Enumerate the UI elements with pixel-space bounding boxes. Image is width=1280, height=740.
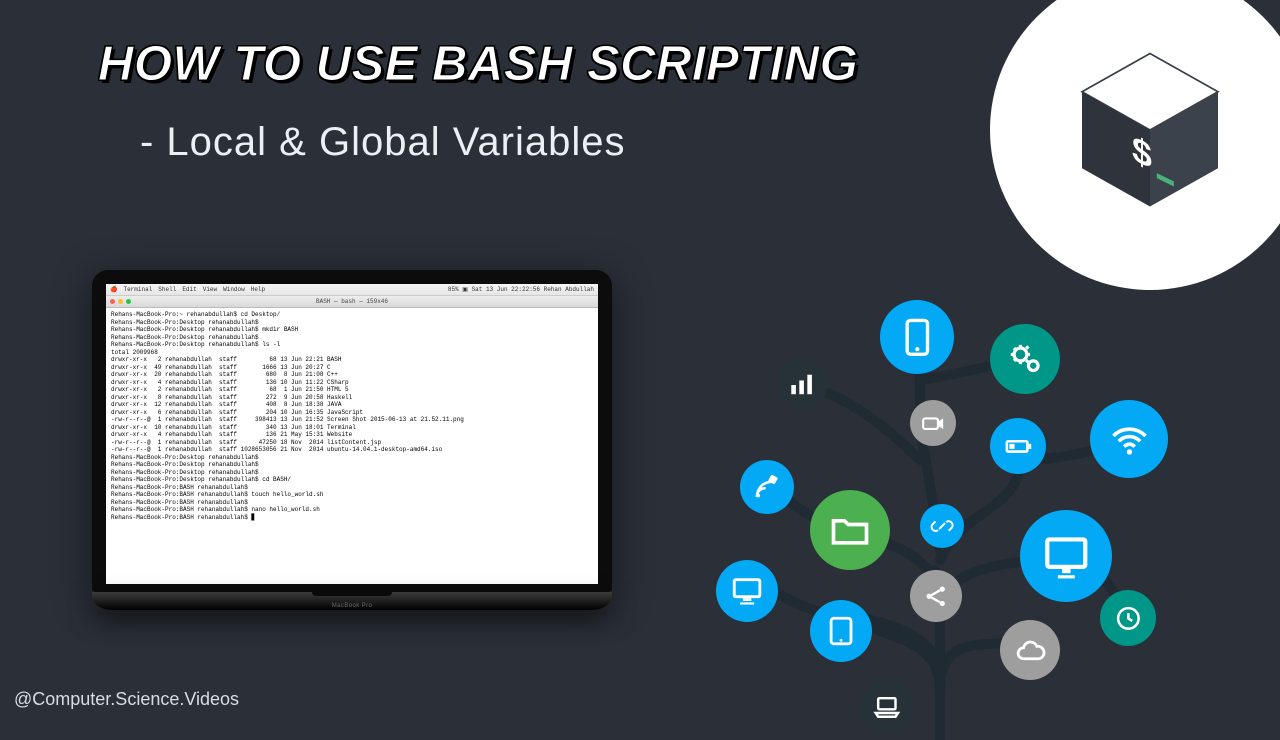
- credit-handle: @Computer.Science.Videos: [14, 689, 239, 710]
- window-controls: [106, 299, 131, 304]
- signal-icon: [778, 358, 828, 408]
- menubar-status: 85% ▣ Sat 13 Jun 22:22:56 Rehan Abdullah: [448, 286, 594, 294]
- wifi-icon: [1090, 400, 1168, 478]
- laptop-base: MacBook Pro: [92, 592, 612, 610]
- tech-tree-graphic: [660, 260, 1220, 740]
- share-icon: [910, 570, 962, 622]
- tablet-icon: [810, 600, 872, 662]
- satellite-icon: [740, 460, 794, 514]
- menu-help: Help: [251, 286, 265, 294]
- menu-view: View: [203, 286, 217, 294]
- zoom-icon: [126, 299, 131, 304]
- menu-edit: Edit: [182, 286, 196, 294]
- laptop-bezel: 🍎 Terminal Shell Edit View Window Help 8…: [92, 270, 612, 592]
- battery-icon: [990, 418, 1046, 474]
- terminal-title: BASH — bash — 159x46: [316, 298, 388, 306]
- laptop-mockup: 🍎 Terminal Shell Edit View Window Help 8…: [92, 270, 612, 610]
- menu-terminal: Terminal: [123, 286, 152, 294]
- camera-icon: [910, 400, 956, 446]
- terminal-output: Rehans-MacBook-Pro:~ rehanabdullah$ cd D…: [106, 308, 598, 524]
- subtitle: - Local & Global Variables: [140, 120, 626, 165]
- monitor-icon: [1020, 510, 1112, 602]
- link-icon: [920, 504, 964, 548]
- bash-logo-badge: $: [990, 0, 1280, 290]
- apple-icon: 🍎: [110, 286, 117, 294]
- clock-icon: [1100, 590, 1156, 646]
- main-title: HOW TO USE BASH SCRIPTING: [98, 36, 858, 92]
- menu-window: Window: [223, 286, 245, 294]
- terminal-titlebar: BASH — bash — 159x46: [106, 296, 598, 308]
- close-icon: [110, 299, 115, 304]
- gears-icon: [990, 324, 1060, 394]
- laptop-icon: [860, 680, 914, 734]
- minimize-icon: [118, 299, 123, 304]
- mac-menubar: 🍎 Terminal Shell Edit View Window Help 8…: [106, 284, 598, 296]
- menu-shell: Shell: [158, 286, 176, 294]
- mobile-icon: [880, 300, 954, 374]
- cloud-icon: [1000, 620, 1060, 680]
- folder-icon: [810, 490, 890, 570]
- terminal-window: 🍎 Terminal Shell Edit View Window Help 8…: [106, 284, 598, 584]
- laptop-brand-label: MacBook Pro: [332, 603, 372, 609]
- bash-cube-icon: $: [1065, 45, 1235, 215]
- desktop-icon: [716, 560, 778, 622]
